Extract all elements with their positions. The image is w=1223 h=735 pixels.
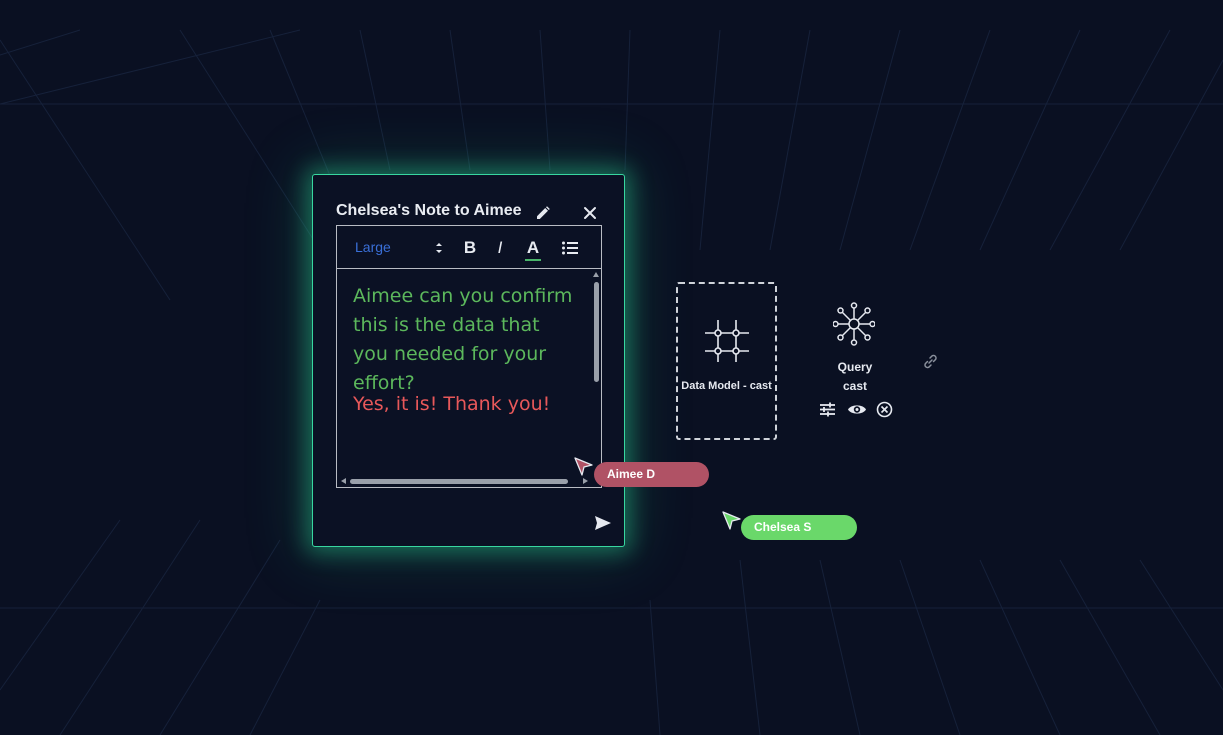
query-title: Query: [837, 360, 873, 374]
cursor-arrow-icon: [574, 457, 593, 476]
rich-text-editor[interactable]: Large B I A Aimee can you confirm this i…: [336, 225, 602, 488]
note-title: Chelsea's Note to Aimee: [336, 202, 522, 219]
note-paragraph: Aimee can you confirm this is the data t…: [353, 285, 573, 394]
note-card[interactable]: Chelsea's Note to Aimee Large B I A Aime…: [312, 174, 625, 547]
italic-button[interactable]: I: [491, 238, 509, 258]
circle-x-icon[interactable]: [876, 401, 893, 418]
font-size-value: Large: [355, 239, 391, 255]
data-model-label: Data Model - cast: [681, 380, 772, 392]
cursor-arrow-icon: [722, 511, 741, 530]
data-model-node[interactable]: Data Model - cast: [676, 282, 777, 440]
collaborator-tag: Chelsea S: [741, 515, 857, 540]
pencil-icon[interactable]: [536, 206, 550, 220]
bold-button[interactable]: B: [461, 238, 479, 258]
text-color-button[interactable]: A: [524, 238, 542, 261]
query-node[interactable]: Query cast: [812, 300, 902, 426]
note-paragraph: Yes, it is! Thank you!: [353, 393, 551, 415]
vertical-scrollbar[interactable]: [592, 269, 601, 474]
close-icon[interactable]: [583, 206, 597, 220]
vertical-scroll-thumb[interactable]: [594, 282, 599, 382]
text-color-label: A: [526, 238, 540, 257]
horizontal-scroll-thumb[interactable]: [350, 479, 568, 484]
link-icon[interactable]: [922, 353, 939, 370]
font-size-select[interactable]: Large: [355, 239, 447, 259]
scroll-left-arrow-icon[interactable]: [341, 478, 346, 484]
eye-icon[interactable]: [847, 401, 867, 418]
scroll-right-arrow-icon[interactable]: [583, 478, 588, 484]
send-icon[interactable]: [594, 515, 612, 531]
text-color-swatch: [525, 259, 541, 261]
network-hub-icon[interactable]: [833, 302, 875, 346]
editor-content[interactable]: Aimee can you confirm this is the data t…: [337, 269, 601, 487]
query-subtitle: cast: [842, 379, 868, 393]
bulleted-list-icon[interactable]: [561, 238, 579, 258]
horizontal-scrollbar[interactable]: [337, 476, 592, 486]
select-caret-icon: [436, 243, 442, 253]
collaborator-tag: Aimee D: [594, 462, 709, 487]
scroll-up-arrow-icon[interactable]: [593, 272, 599, 277]
query-actions: [816, 401, 900, 421]
sliders-icon[interactable]: [819, 401, 836, 418]
editor-toolbar: Large B I A: [337, 226, 601, 269]
grid-icon: [705, 320, 749, 362]
